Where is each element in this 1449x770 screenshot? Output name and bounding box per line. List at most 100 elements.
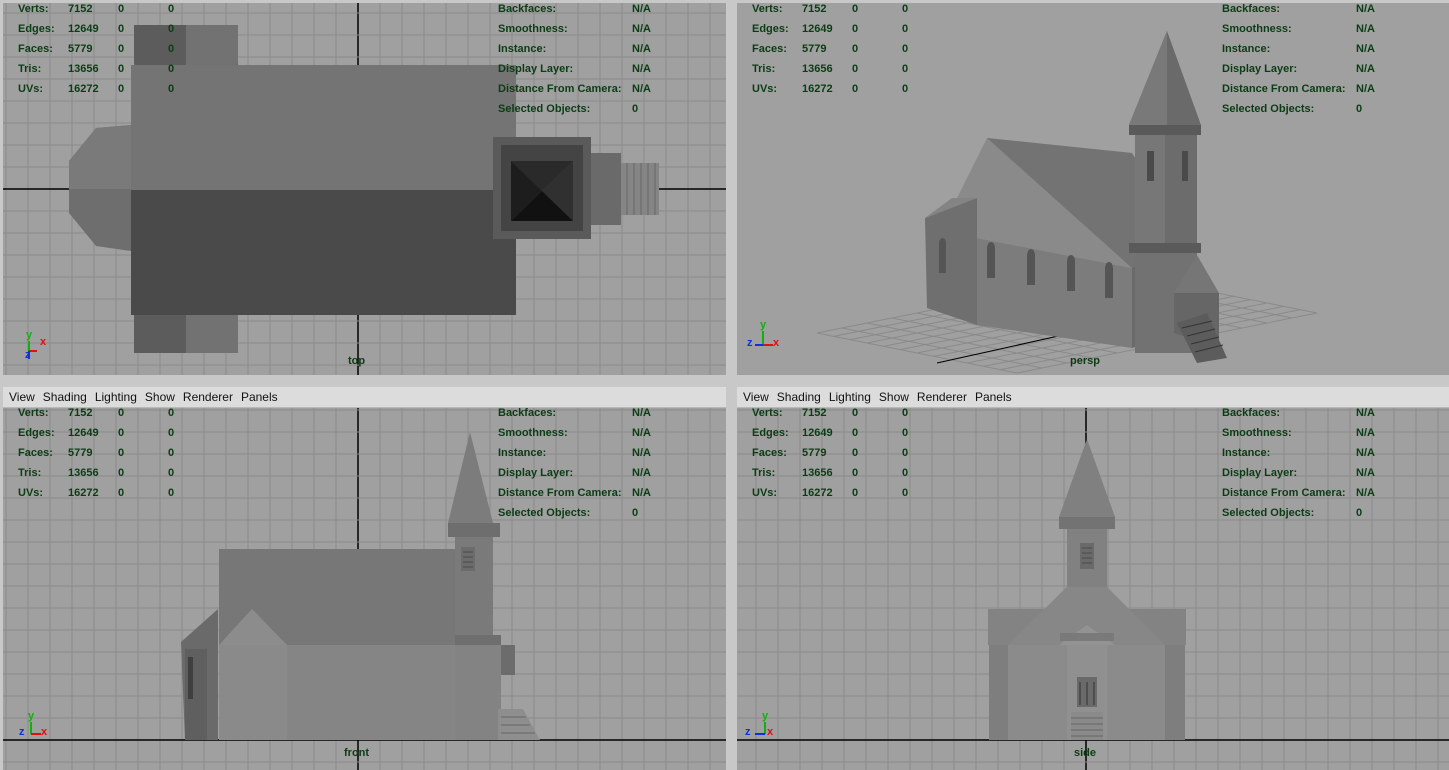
axis-gizmo: y z x bbox=[745, 710, 785, 742]
panel-menu-bar: View Shading Lighting Show Renderer Panels bbox=[737, 387, 1449, 408]
menu-renderer[interactable]: Renderer bbox=[183, 390, 233, 404]
hud-value: N/A bbox=[1356, 63, 1375, 75]
axis-y-label: y bbox=[26, 329, 33, 341]
hud-value: N/A bbox=[1356, 467, 1375, 479]
hud-label: Backfaces: bbox=[498, 407, 557, 419]
hud-value: 0 bbox=[902, 427, 909, 439]
hud-value: 0 bbox=[118, 43, 125, 55]
hud-value: N/A bbox=[1356, 3, 1375, 15]
hud-label: Instance: bbox=[498, 447, 547, 459]
hud-value: 0 bbox=[118, 63, 125, 75]
hud-label: Tris: bbox=[18, 63, 42, 75]
hud-label: Faces: bbox=[18, 43, 53, 55]
axis-z-label: z bbox=[25, 349, 31, 361]
hud-value: N/A bbox=[1356, 83, 1375, 95]
hud-value: N/A bbox=[632, 467, 651, 479]
hud-label: Edges: bbox=[18, 427, 55, 439]
hud-label: Smoothness: bbox=[498, 23, 568, 35]
hud-value: 0 bbox=[118, 83, 125, 95]
menu-renderer[interactable]: Renderer bbox=[917, 390, 967, 404]
hud-label: UVs: bbox=[18, 487, 44, 499]
viewport-persp[interactable]: Verts: 7152 0 0 Edges: 12649 0 0 Faces: 5779 0 0 Tri… bbox=[737, 3, 1449, 375]
hud-label: Faces: bbox=[752, 447, 787, 459]
hud-value: 0 bbox=[168, 407, 175, 419]
hud-value: 0 bbox=[168, 487, 175, 499]
hud-value: 0 bbox=[118, 427, 125, 439]
camera-label: persp bbox=[1070, 355, 1100, 367]
menu-shading[interactable]: Shading bbox=[777, 390, 821, 404]
hud-value: 0 bbox=[168, 427, 175, 439]
model-top-view bbox=[69, 25, 659, 353]
hud-value: N/A bbox=[1356, 407, 1375, 419]
axis-z-label: z bbox=[745, 726, 751, 738]
menu-show[interactable]: Show bbox=[145, 390, 175, 404]
hud-value: 0 bbox=[852, 43, 859, 55]
hud-value: 0 bbox=[168, 43, 175, 55]
hud-label: Verts: bbox=[18, 3, 49, 15]
hud-value: 5779 bbox=[68, 43, 93, 55]
hud-value: 0 bbox=[852, 407, 859, 419]
menu-panels[interactable]: Panels bbox=[975, 390, 1012, 404]
hud-label: Tris: bbox=[752, 63, 776, 75]
hud-value: N/A bbox=[632, 447, 651, 459]
hud-value: 0 bbox=[852, 3, 859, 15]
hud-value: 0 bbox=[902, 23, 909, 35]
hud-value: 13656 bbox=[68, 467, 99, 479]
menu-view[interactable]: View bbox=[9, 390, 35, 404]
hud-value: 0 bbox=[118, 487, 125, 499]
hud-label: Instance: bbox=[1222, 447, 1271, 459]
hud-value: 0 bbox=[168, 447, 175, 459]
viewport-top[interactable]: Verts: 7152 0 0 Edges: 12649 0 0 Faces: 5779 0 0 Tri… bbox=[3, 3, 726, 375]
camera-label: top bbox=[348, 355, 366, 367]
hud-value: N/A bbox=[1356, 43, 1375, 55]
hud-label: Distance From Camera: bbox=[498, 487, 622, 499]
hud-label: Backfaces: bbox=[1222, 407, 1281, 419]
viewport-front[interactable]: View Shading Lighting Show Renderer Panels Ve… bbox=[3, 387, 726, 770]
hud-value: 0 bbox=[118, 467, 125, 479]
hud-label: Faces: bbox=[752, 43, 787, 55]
model-side-view bbox=[988, 439, 1186, 740]
hud-label: Tris: bbox=[752, 467, 776, 479]
panel-menu-bar: View Shading Lighting Show Renderer Panels bbox=[3, 387, 726, 408]
hud-label: Display Layer: bbox=[1222, 467, 1298, 479]
hud-label: Distance From Camera: bbox=[1222, 487, 1346, 499]
hud-value: 0 bbox=[168, 3, 175, 15]
hud-value: 0 bbox=[632, 103, 639, 115]
hud-label: Verts: bbox=[18, 407, 49, 419]
model-persp-view bbox=[925, 31, 1227, 363]
hud-value: 0 bbox=[902, 447, 909, 459]
hud-value: 0 bbox=[852, 487, 859, 499]
menu-view[interactable]: View bbox=[743, 390, 769, 404]
viewport-side[interactable]: View Shading Lighting Show Renderer Panels Ve… bbox=[737, 387, 1449, 770]
model-front-view bbox=[181, 432, 540, 740]
hud-value: 12649 bbox=[802, 23, 833, 35]
hud-label: Selected Objects: bbox=[1222, 507, 1315, 519]
hud-label: Selected Objects: bbox=[498, 103, 591, 115]
menu-panels[interactable]: Panels bbox=[241, 390, 278, 404]
hud-value: 13656 bbox=[802, 467, 833, 479]
menu-shading[interactable]: Shading bbox=[43, 390, 87, 404]
axis-y-label: y bbox=[762, 710, 769, 722]
hud-value: 0 bbox=[118, 23, 125, 35]
hud-label: Faces: bbox=[18, 447, 53, 459]
hud-value: N/A bbox=[632, 427, 651, 439]
hud-label: Edges: bbox=[18, 23, 55, 35]
menu-lighting[interactable]: Lighting bbox=[829, 390, 871, 404]
menu-show[interactable]: Show bbox=[879, 390, 909, 404]
hud-label: Smoothness: bbox=[498, 427, 568, 439]
hud-label: Selected Objects: bbox=[498, 507, 591, 519]
hud-value: 12649 bbox=[68, 23, 99, 35]
hud-value: 0 bbox=[852, 427, 859, 439]
hud-value: N/A bbox=[1356, 23, 1375, 35]
axis-x-label: x bbox=[40, 336, 47, 348]
hud-label: Edges: bbox=[752, 427, 789, 439]
hud-value: N/A bbox=[632, 487, 651, 499]
hud-value: N/A bbox=[632, 23, 651, 35]
hud-value: 13656 bbox=[802, 63, 833, 75]
hud-value: N/A bbox=[632, 407, 651, 419]
hud-label: Verts: bbox=[752, 407, 783, 419]
axis-z-label: z bbox=[747, 337, 753, 349]
hud-value: 0 bbox=[632, 507, 639, 519]
hud-label: Smoothness: bbox=[1222, 23, 1292, 35]
menu-lighting[interactable]: Lighting bbox=[95, 390, 137, 404]
